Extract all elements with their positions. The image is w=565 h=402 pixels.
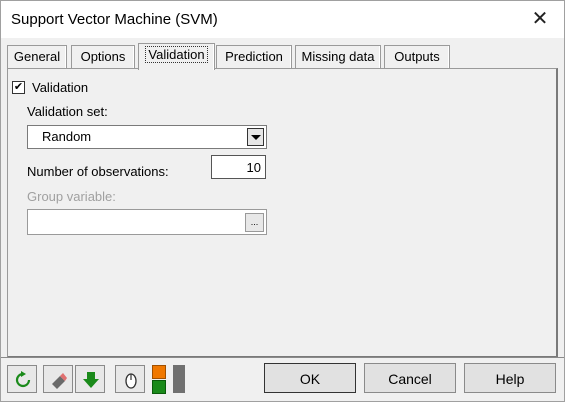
reset-icon (15, 371, 31, 388)
cancel-button[interactable]: Cancel (364, 363, 456, 393)
tab-general[interactable]: General (7, 45, 67, 68)
mouse-icon (125, 373, 137, 389)
tab-validation[interactable]: Validation (138, 43, 215, 70)
tab-missing-data[interactable]: Missing data (295, 45, 381, 68)
eraser-icon (52, 373, 67, 389)
validation-checkbox[interactable]: ✔ (12, 81, 25, 94)
validation-set-label: Validation set: (27, 104, 108, 119)
reset-button[interactable] (7, 365, 37, 393)
tab-outputs[interactable]: Outputs (384, 45, 450, 68)
observations-label: Number of observations: (27, 164, 169, 179)
dropdown-button[interactable] (247, 128, 264, 146)
observations-input[interactable]: 10 (211, 155, 266, 179)
mouse-button[interactable] (115, 365, 145, 393)
group-variable-label: Group variable: (27, 189, 116, 204)
group-variable-field[interactable]: ... (27, 209, 267, 235)
help-button[interactable]: Help (464, 363, 556, 393)
svm-dialog: Support Vector Machine (SVM) ✕ General O… (0, 0, 565, 402)
chevron-down-icon (251, 135, 261, 140)
eraser-button[interactable] (43, 365, 73, 393)
validation-set-select[interactable]: Random (27, 125, 267, 149)
validation-set-value: Random (42, 129, 92, 144)
validation-checkbox-label[interactable]: Validation (32, 80, 88, 95)
close-icon[interactable]: ✕ (526, 5, 554, 33)
tab-prediction[interactable]: Prediction (216, 45, 292, 68)
bottom-separator (1, 357, 564, 358)
window-title: Support Vector Machine (SVM) (11, 11, 218, 28)
color-bar (173, 365, 185, 393)
down-arrow-button[interactable] (75, 365, 105, 393)
tab-options[interactable]: Options (71, 45, 135, 68)
group-variable-browse-button[interactable]: ... (245, 213, 264, 232)
ok-button[interactable]: OK (264, 363, 356, 393)
down-arrow-icon (83, 372, 99, 388)
title-bar: Support Vector Machine (SVM) ✕ (1, 1, 564, 38)
color-blocks-icon[interactable] (152, 365, 166, 394)
